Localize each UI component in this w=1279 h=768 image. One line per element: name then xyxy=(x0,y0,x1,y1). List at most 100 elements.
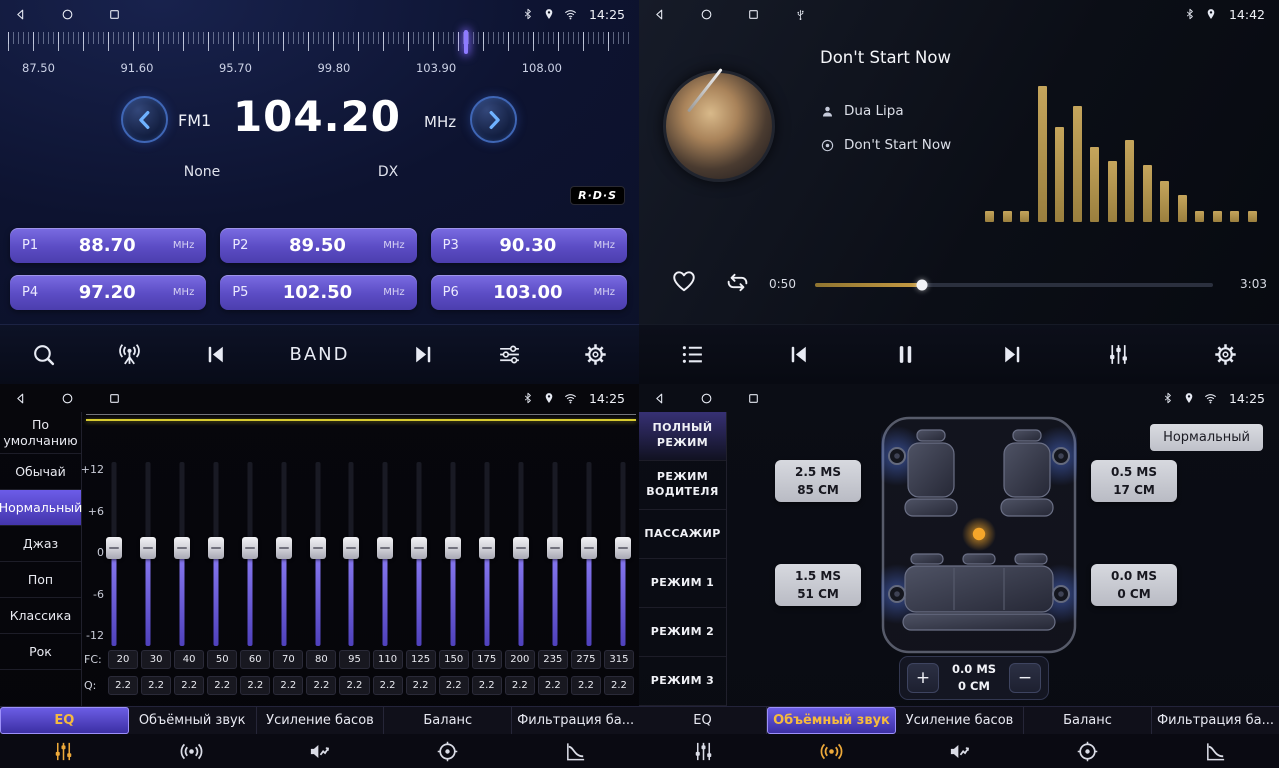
settings-button[interactable] xyxy=(583,342,608,367)
balance-tab-icon[interactable] xyxy=(1023,734,1151,768)
eq-band-slider[interactable] xyxy=(106,462,122,646)
tab-bass-boost[interactable]: Усиление басов xyxy=(257,707,385,734)
seek-bar-knob[interactable] xyxy=(917,280,928,291)
eq-band-slider[interactable] xyxy=(310,462,326,646)
eq-preset-item[interactable]: Обычай xyxy=(0,454,81,490)
tab-surround[interactable]: Объёмный звук xyxy=(767,707,896,734)
preset-button[interactable]: P2 89.50 MHz xyxy=(220,228,416,263)
eq-band-slider[interactable] xyxy=(479,462,495,646)
slider-handle[interactable] xyxy=(242,537,258,559)
slider-handle[interactable] xyxy=(547,537,563,559)
playlist-button[interactable] xyxy=(680,342,705,367)
eq-band-slider[interactable] xyxy=(242,462,258,646)
seek-prev-button[interactable] xyxy=(203,342,228,367)
slider-handle[interactable] xyxy=(174,537,190,559)
slider-handle[interactable] xyxy=(377,537,393,559)
tune-up-button[interactable] xyxy=(470,96,517,143)
rear-left-delay[interactable]: 1.5 MS 51 CM xyxy=(775,564,861,606)
seek-next-button[interactable] xyxy=(411,342,436,367)
equalizer-button[interactable] xyxy=(1106,342,1131,367)
broadcast-button[interactable] xyxy=(117,342,142,367)
tab-filter[interactable]: Фильтрация ба... xyxy=(512,707,639,734)
balance-tab-icon[interactable] xyxy=(383,734,511,768)
frequency-ruler[interactable]: 87.5091.6095.7099.80103.90108.00 xyxy=(0,30,639,82)
front-left-delay[interactable]: 2.5 MS 85 CM xyxy=(775,460,861,502)
slider-handle[interactable] xyxy=(140,537,156,559)
nav-back-icon[interactable] xyxy=(14,8,27,21)
sound-mode-item[interactable]: ПОЛНЫЙ РЕЖИМ xyxy=(639,412,726,461)
eq-band-slider[interactable] xyxy=(343,462,359,646)
sound-mode-item[interactable]: ПАССАЖИР xyxy=(639,510,726,559)
frequency-pointer[interactable] xyxy=(464,30,468,54)
scan-button[interactable] xyxy=(31,342,56,367)
slider-handle[interactable] xyxy=(615,537,631,559)
eq-preset-item[interactable]: Нормальный xyxy=(0,490,81,526)
eq-band-slider[interactable] xyxy=(445,462,461,646)
rear-right-delay[interactable]: 0.0 MS 0 CM xyxy=(1091,564,1177,606)
nav-recents-icon[interactable] xyxy=(108,392,121,405)
tab-surround[interactable]: Объёмный звук xyxy=(129,707,257,734)
repeat-button[interactable] xyxy=(725,270,750,299)
nav-home-icon[interactable] xyxy=(61,392,74,405)
settings-button[interactable] xyxy=(1213,342,1238,367)
preset-button[interactable]: P6 103.00 MHz xyxy=(431,275,627,310)
eq-band-slider[interactable] xyxy=(615,462,631,646)
front-right-delay[interactable]: 0.5 MS 17 CM xyxy=(1091,460,1177,502)
favorite-button[interactable] xyxy=(671,268,697,298)
nav-home-icon[interactable] xyxy=(700,8,713,21)
next-track-button[interactable] xyxy=(1000,342,1025,367)
slider-handle[interactable] xyxy=(208,537,224,559)
eq-tab-icon[interactable] xyxy=(0,734,128,768)
slider-handle[interactable] xyxy=(513,537,529,559)
eq-band-slider[interactable] xyxy=(174,462,190,646)
audio-settings-button[interactable] xyxy=(497,342,522,367)
band-button[interactable]: BAND xyxy=(289,344,349,365)
tab-balance[interactable]: Баланс xyxy=(1024,707,1152,734)
nav-recents-icon[interactable] xyxy=(108,8,121,21)
eq-band-slider[interactable] xyxy=(581,462,597,646)
filter-tab-icon[interactable] xyxy=(511,734,639,768)
sound-mode-item[interactable]: РЕЖИМ 1 xyxy=(639,559,726,608)
nav-back-icon[interactable] xyxy=(653,8,666,21)
nav-home-icon[interactable] xyxy=(700,392,713,405)
filter-tab-icon[interactable] xyxy=(1151,734,1279,768)
prev-track-button[interactable] xyxy=(786,342,811,367)
tab-eq[interactable]: EQ xyxy=(639,707,767,734)
seek-bar[interactable] xyxy=(815,283,1213,287)
eq-band-slider[interactable] xyxy=(513,462,529,646)
eq-preset-item[interactable]: По умолчанию xyxy=(0,412,81,454)
sound-mode-item[interactable]: РЕЖИМ 3 xyxy=(639,657,726,706)
eq-tab-icon[interactable] xyxy=(639,734,767,768)
eq-preset-item[interactable]: Джаз xyxy=(0,526,81,562)
tab-eq[interactable]: EQ xyxy=(0,707,129,734)
surround-tab-icon[interactable] xyxy=(767,734,895,768)
eq-preset-item[interactable]: Рок xyxy=(0,634,81,670)
eq-preset-item[interactable]: Поп xyxy=(0,562,81,598)
slider-handle[interactable] xyxy=(343,537,359,559)
nav-recents-icon[interactable] xyxy=(747,8,760,21)
tune-down-button[interactable] xyxy=(121,96,168,143)
eq-band-slider[interactable] xyxy=(208,462,224,646)
bass-boost-tab-icon[interactable] xyxy=(256,734,384,768)
preset-button[interactable]: P4 97.20 MHz xyxy=(10,275,206,310)
slider-handle[interactable] xyxy=(445,537,461,559)
preset-button[interactable]: P1 88.70 MHz xyxy=(10,228,206,263)
slider-handle[interactable] xyxy=(276,537,292,559)
nav-back-icon[interactable] xyxy=(653,392,666,405)
pause-button[interactable] xyxy=(893,342,918,367)
slider-handle[interactable] xyxy=(411,537,427,559)
tab-bass-boost[interactable]: Усиление басов xyxy=(896,707,1024,734)
surround-tab-icon[interactable] xyxy=(128,734,256,768)
slider-handle[interactable] xyxy=(581,537,597,559)
nav-recents-icon[interactable] xyxy=(747,392,760,405)
eq-band-slider[interactable] xyxy=(411,462,427,646)
tab-filter[interactable]: Фильтрация ба... xyxy=(1152,707,1279,734)
bass-boost-tab-icon[interactable] xyxy=(895,734,1023,768)
eq-preset-item[interactable]: Классика xyxy=(0,598,81,634)
slider-handle[interactable] xyxy=(310,537,326,559)
slider-handle[interactable] xyxy=(479,537,495,559)
preset-button[interactable]: P5 102.50 MHz xyxy=(220,275,416,310)
sound-mode-item[interactable]: РЕЖИМ ВОДИТЕЛЯ xyxy=(639,461,726,510)
preset-button[interactable]: P3 90.30 MHz xyxy=(431,228,627,263)
tab-balance[interactable]: Баланс xyxy=(384,707,512,734)
